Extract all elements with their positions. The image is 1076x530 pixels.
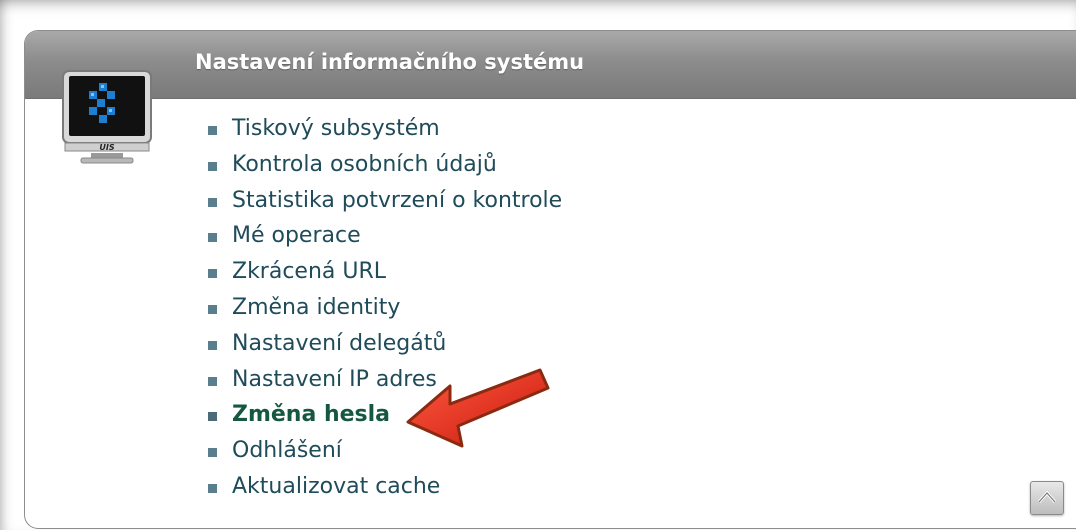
bullet-icon	[208, 304, 217, 314]
menu-item-label: Nastavení delegátů	[232, 330, 447, 356]
bullet-icon	[208, 412, 217, 422]
menu-item-label: Aktualizovat cache	[232, 473, 441, 499]
scroll-top-button[interactable]	[1030, 481, 1064, 515]
menu-item-label: Mé operace	[232, 223, 361, 249]
menu-item-zkracena-url[interactable]: Zkrácená URL	[205, 254, 562, 290]
menu-item-label: Změna hesla	[232, 402, 391, 428]
menu-item-label: Kontrola osobních údajů	[232, 151, 497, 177]
menu-item-kontrola-osobnich-udaju[interactable]: Kontrola osobních údajů	[205, 147, 562, 183]
menu-item-label: Zkrácená URL	[232, 259, 387, 285]
menu-item-aktualizovat-cache[interactable]: Aktualizovat cache	[205, 469, 562, 505]
monitor-icon: UIS	[62, 70, 152, 164]
bullet-icon	[208, 448, 217, 458]
page-frame: Nastavení informačního systému UIS Tisko…	[0, 0, 1076, 530]
red-arrow-icon	[406, 368, 550, 448]
bullet-icon	[208, 269, 217, 279]
panel-header: Nastavení informačního systému	[25, 31, 1076, 99]
menu-item-tiskovy-subsystem[interactable]: Tiskový subsystém	[205, 111, 562, 147]
menu-item-nastaveni-delegatu[interactable]: Nastavení delegátů	[205, 326, 562, 362]
menu-item-statistika-potvrzeni[interactable]: Statistika potvrzení o kontrole	[205, 183, 562, 219]
bullet-icon	[208, 376, 217, 386]
menu-item-label: Odhlášení	[232, 438, 342, 464]
bullet-icon	[208, 233, 217, 243]
menu-item-label: Změna identity	[232, 294, 401, 320]
bullet-icon	[208, 483, 217, 493]
menu-item-zmena-identity[interactable]: Změna identity	[205, 290, 562, 326]
menu-item-label: Tiskový subsystém	[232, 116, 440, 141]
bullet-icon	[208, 340, 217, 350]
bullet-icon	[208, 197, 217, 207]
panel-title: Nastavení informačního systému	[195, 50, 585, 74]
logo-text: UIS	[99, 143, 114, 152]
bullet-icon	[208, 126, 217, 135]
bullet-icon	[208, 161, 217, 171]
chevron-up-icon	[1037, 490, 1057, 503]
menu-item-label: Statistika potvrzení o kontrole	[232, 187, 563, 213]
menu-item-me-operace[interactable]: Mé operace	[205, 218, 562, 254]
